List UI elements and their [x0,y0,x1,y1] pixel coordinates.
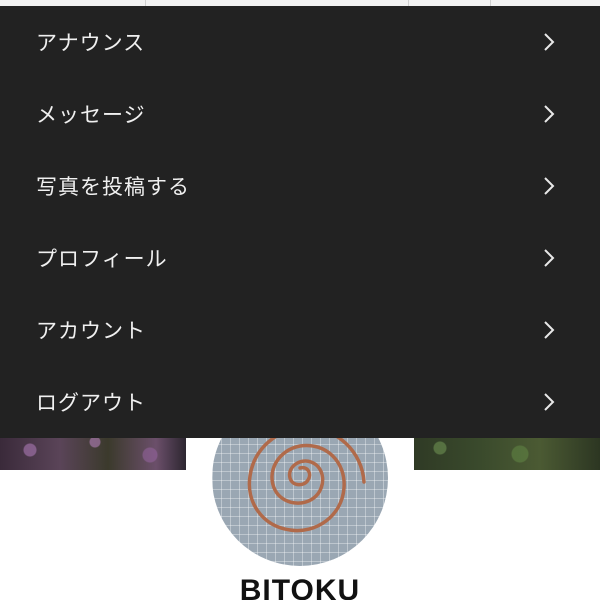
menu-item-logout[interactable]: ログアウト [0,366,600,438]
chevron-right-icon [542,32,556,52]
menu-item-messages[interactable]: メッセージ [0,78,600,150]
chevron-right-icon [542,248,556,268]
menu-item-label: メッセージ [36,103,146,127]
menu-item-post-photo[interactable]: 写真を投稿する [0,150,600,222]
page: BITOKU アナウンス メッセージ 写真を投稿する プロフィール アカウント … [0,0,600,600]
chevron-right-icon [542,320,556,340]
menu-item-label: アナウンス [36,31,146,55]
menu-item-account[interactable]: アカウント [0,294,600,366]
profile-name: BITOKU [239,574,361,600]
menu-item-label: プロフィール [36,247,168,271]
menu-item-label: アカウント [36,319,146,343]
menu-item-announcements[interactable]: アナウンス [0,6,600,78]
chevron-right-icon [542,104,556,124]
menu-item-label: ログアウト [36,391,146,415]
menu-item-profile[interactable]: プロフィール [0,222,600,294]
menu-item-label: 写真を投稿する [36,175,190,199]
dropdown-menu: アナウンス メッセージ 写真を投稿する プロフィール アカウント ログアウト [0,6,600,438]
chevron-right-icon [542,392,556,412]
chevron-right-icon [542,176,556,196]
